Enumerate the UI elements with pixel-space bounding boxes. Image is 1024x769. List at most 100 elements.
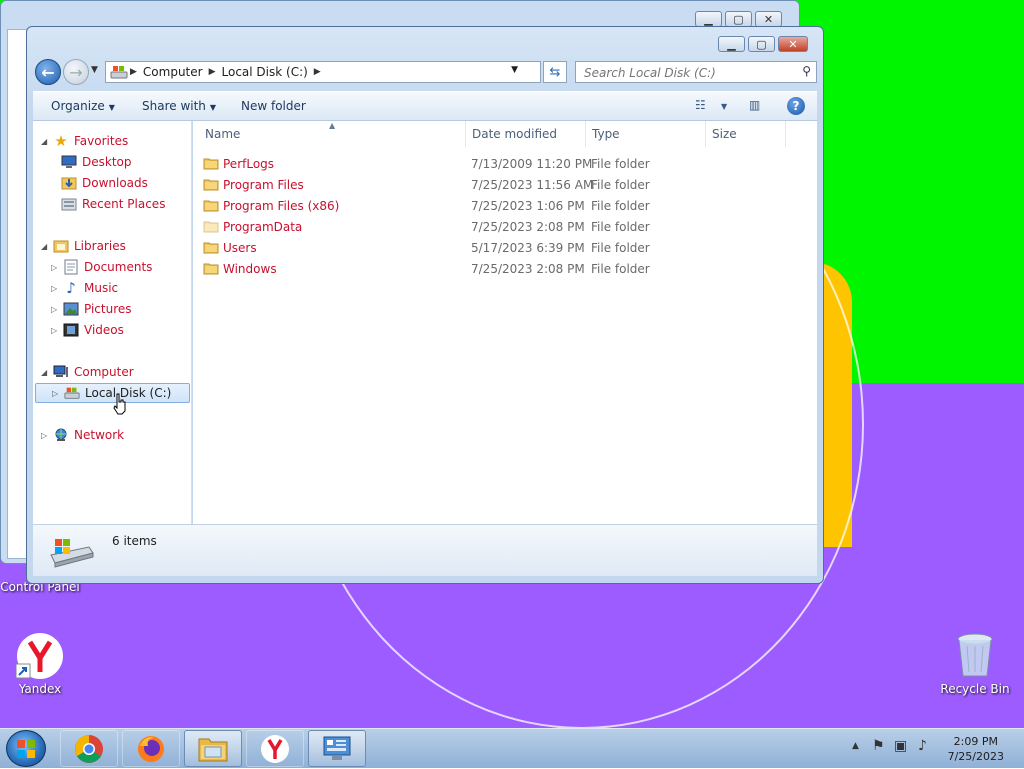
windows-logo-icon bbox=[17, 739, 35, 758]
change-view-icon[interactable]: ☷ bbox=[695, 98, 706, 112]
organize-button[interactable]: Organize ▼ bbox=[51, 99, 115, 113]
nav-label: Music bbox=[84, 281, 119, 295]
start-button[interactable] bbox=[6, 730, 46, 767]
nav-downloads[interactable]: Downloads bbox=[61, 173, 148, 193]
collapse-arrow-icon[interactable]: ◢ bbox=[41, 137, 51, 146]
command-bar: Organize ▼ Share with ▼ New folder ☷ ▼ ▥ ? bbox=[33, 91, 817, 121]
collapse-arrow-icon[interactable]: ◢ bbox=[41, 368, 51, 377]
search-icon[interactable]: ⚲ bbox=[802, 64, 811, 78]
refresh-button[interactable]: ⇆ bbox=[543, 61, 567, 83]
desktop-icon-yandex[interactable]: Yandex bbox=[0, 632, 80, 696]
nav-label: Pictures bbox=[84, 302, 132, 316]
desktop-icon-recycle-bin[interactable]: Recycle Bin bbox=[935, 632, 1015, 696]
taskbar-explorer[interactable] bbox=[184, 730, 242, 767]
expand-arrow-icon[interactable]: ▷ bbox=[51, 284, 61, 293]
file-date: 7/25/2023 1:06 PM bbox=[471, 198, 585, 213]
address-row: ← → ▼ ▶ Computer ▶ Local Disk (C:) ▶ ▼ ⇆… bbox=[33, 59, 817, 85]
file-row-program-files-x86[interactable]: Program Files (x86) 7/25/2023 1:06 PM Fi… bbox=[203, 195, 803, 216]
window-controls: ▁ ▢ ✕ bbox=[718, 36, 808, 52]
taskbar-control-panel[interactable] bbox=[308, 730, 366, 767]
taskbar-yandex[interactable] bbox=[246, 730, 304, 767]
folder-icon bbox=[203, 158, 219, 170]
expand-arrow-icon[interactable]: ▷ bbox=[51, 326, 61, 335]
search-box[interactable]: ⚲ bbox=[575, 61, 817, 83]
maximize-button[interactable]: ▢ bbox=[725, 11, 752, 27]
close-button[interactable]: ✕ bbox=[755, 11, 782, 27]
nav-documents[interactable]: ▷ Documents bbox=[51, 257, 152, 277]
desktop-icon-label: Yandex bbox=[18, 682, 62, 696]
breadcrumb-separator-icon[interactable]: ▶ bbox=[314, 67, 321, 77]
expand-arrow-icon[interactable]: ▷ bbox=[51, 263, 61, 272]
file-type: File folder bbox=[591, 240, 650, 255]
expand-arrow-icon[interactable]: ▷ bbox=[41, 431, 51, 440]
star-icon: ★ bbox=[54, 132, 68, 150]
file-row-programdata[interactable]: ProgramData 7/25/2023 2:08 PM File folde… bbox=[203, 216, 803, 237]
nav-computer[interactable]: ◢ Computer bbox=[41, 362, 134, 382]
close-button[interactable]: ✕ bbox=[778, 36, 808, 52]
breadcrumb-computer[interactable]: Computer bbox=[143, 65, 203, 79]
nav-recent-places[interactable]: Recent Places bbox=[61, 194, 165, 214]
column-header-type[interactable]: Type bbox=[586, 121, 706, 147]
new-folder-button[interactable]: New folder bbox=[241, 99, 306, 113]
file-date: 7/25/2023 2:08 PM bbox=[471, 261, 585, 276]
file-explorer-icon bbox=[198, 738, 228, 761]
address-history-dropdown-icon[interactable]: ▼ bbox=[511, 65, 518, 75]
preview-pane-icon[interactable]: ▥ bbox=[749, 98, 760, 112]
file-row-windows[interactable]: Windows 7/25/2023 2:08 PM File folder bbox=[203, 258, 803, 279]
breadcrumb-separator-icon[interactable]: ▶ bbox=[130, 67, 137, 77]
minimize-button[interactable]: ▁ bbox=[718, 36, 745, 52]
mouse-cursor-hand-icon bbox=[113, 393, 126, 415]
show-hidden-icons-icon[interactable]: ▲ bbox=[852, 741, 859, 751]
forward-button[interactable]: → bbox=[63, 59, 89, 85]
nav-label: Desktop bbox=[82, 155, 132, 169]
file-type: File folder bbox=[591, 219, 650, 234]
nav-videos[interactable]: ▷ Videos bbox=[51, 320, 124, 340]
file-row-perflogs[interactable]: PerfLogs 7/13/2009 11:20 PM File folder bbox=[203, 153, 803, 174]
back-button[interactable]: ← bbox=[35, 59, 61, 85]
network-icon[interactable]: ▣ bbox=[894, 738, 907, 754]
minimize-button[interactable]: ▁ bbox=[695, 11, 722, 27]
search-input[interactable] bbox=[582, 63, 796, 83]
nav-pictures[interactable]: ▷ Pictures bbox=[51, 299, 132, 319]
explorer-window[interactable]: ▁ ▢ ✕ ← → ▼ ▶ Computer ▶ Local Disk (C:)… bbox=[26, 26, 824, 584]
column-header-size[interactable]: Size bbox=[706, 121, 786, 147]
column-header-date-modified[interactable]: Date modified bbox=[466, 121, 586, 147]
nav-label: Network bbox=[74, 428, 125, 442]
taskbar-chrome[interactable] bbox=[60, 730, 118, 767]
folder-icon bbox=[203, 263, 219, 275]
breadcrumb-local-disk[interactable]: Local Disk (C:) bbox=[222, 65, 308, 79]
firefox-icon bbox=[138, 735, 164, 762]
nav-favorites[interactable]: ◢ ★ Favorites bbox=[41, 131, 128, 151]
view-options-dropdown-icon[interactable]: ▼ bbox=[721, 102, 727, 111]
file-type: File folder bbox=[591, 198, 650, 213]
collapse-arrow-icon[interactable]: ◢ bbox=[41, 242, 51, 251]
taskbar-firefox[interactable] bbox=[122, 730, 180, 767]
breadcrumb-separator-icon[interactable]: ▶ bbox=[209, 67, 216, 77]
share-with-button[interactable]: Share with ▼ bbox=[142, 99, 216, 113]
file-name: Program Files (x86) bbox=[223, 198, 340, 213]
clock[interactable]: 2:09 PM 7/25/2023 bbox=[948, 734, 1004, 764]
nav-libraries[interactable]: ◢ Libraries bbox=[41, 236, 126, 256]
nav-network[interactable]: ▷ Network bbox=[41, 425, 124, 445]
file-name: Windows bbox=[223, 261, 277, 276]
expand-arrow-icon[interactable]: ▷ bbox=[51, 305, 61, 314]
volume-muted-icon[interactable]: ♪ bbox=[918, 738, 927, 754]
expand-arrow-icon[interactable]: ▷ bbox=[52, 389, 62, 398]
desktop-icon-label: Recycle Bin bbox=[940, 682, 1010, 696]
file-name: PerfLogs bbox=[223, 156, 275, 171]
address-bar[interactable]: ▶ Computer ▶ Local Disk (C:) ▶ ▼ bbox=[105, 61, 541, 83]
file-date: 7/25/2023 11:56 AM bbox=[471, 177, 594, 192]
action-center-icon[interactable]: ⚑ bbox=[872, 738, 885, 754]
file-row-users[interactable]: Users 5/17/2023 6:39 PM File folder bbox=[203, 237, 803, 258]
nav-music[interactable]: ▷ ♪ Music bbox=[51, 278, 118, 298]
videos-icon bbox=[63, 322, 79, 338]
help-button[interactable]: ? bbox=[787, 97, 805, 115]
nav-label: Videos bbox=[84, 323, 124, 337]
nav-label: Favorites bbox=[74, 134, 129, 148]
nav-desktop[interactable]: Desktop bbox=[61, 152, 132, 172]
file-row-program-files[interactable]: Program Files 7/25/2023 11:56 AM File fo… bbox=[203, 174, 803, 195]
maximize-button[interactable]: ▢ bbox=[748, 36, 775, 52]
chevron-down-icon: ▼ bbox=[209, 103, 217, 112]
background-window-controls: ▁ ▢ ✕ bbox=[695, 11, 782, 27]
recent-pages-dropdown-icon[interactable]: ▼ bbox=[91, 65, 98, 75]
